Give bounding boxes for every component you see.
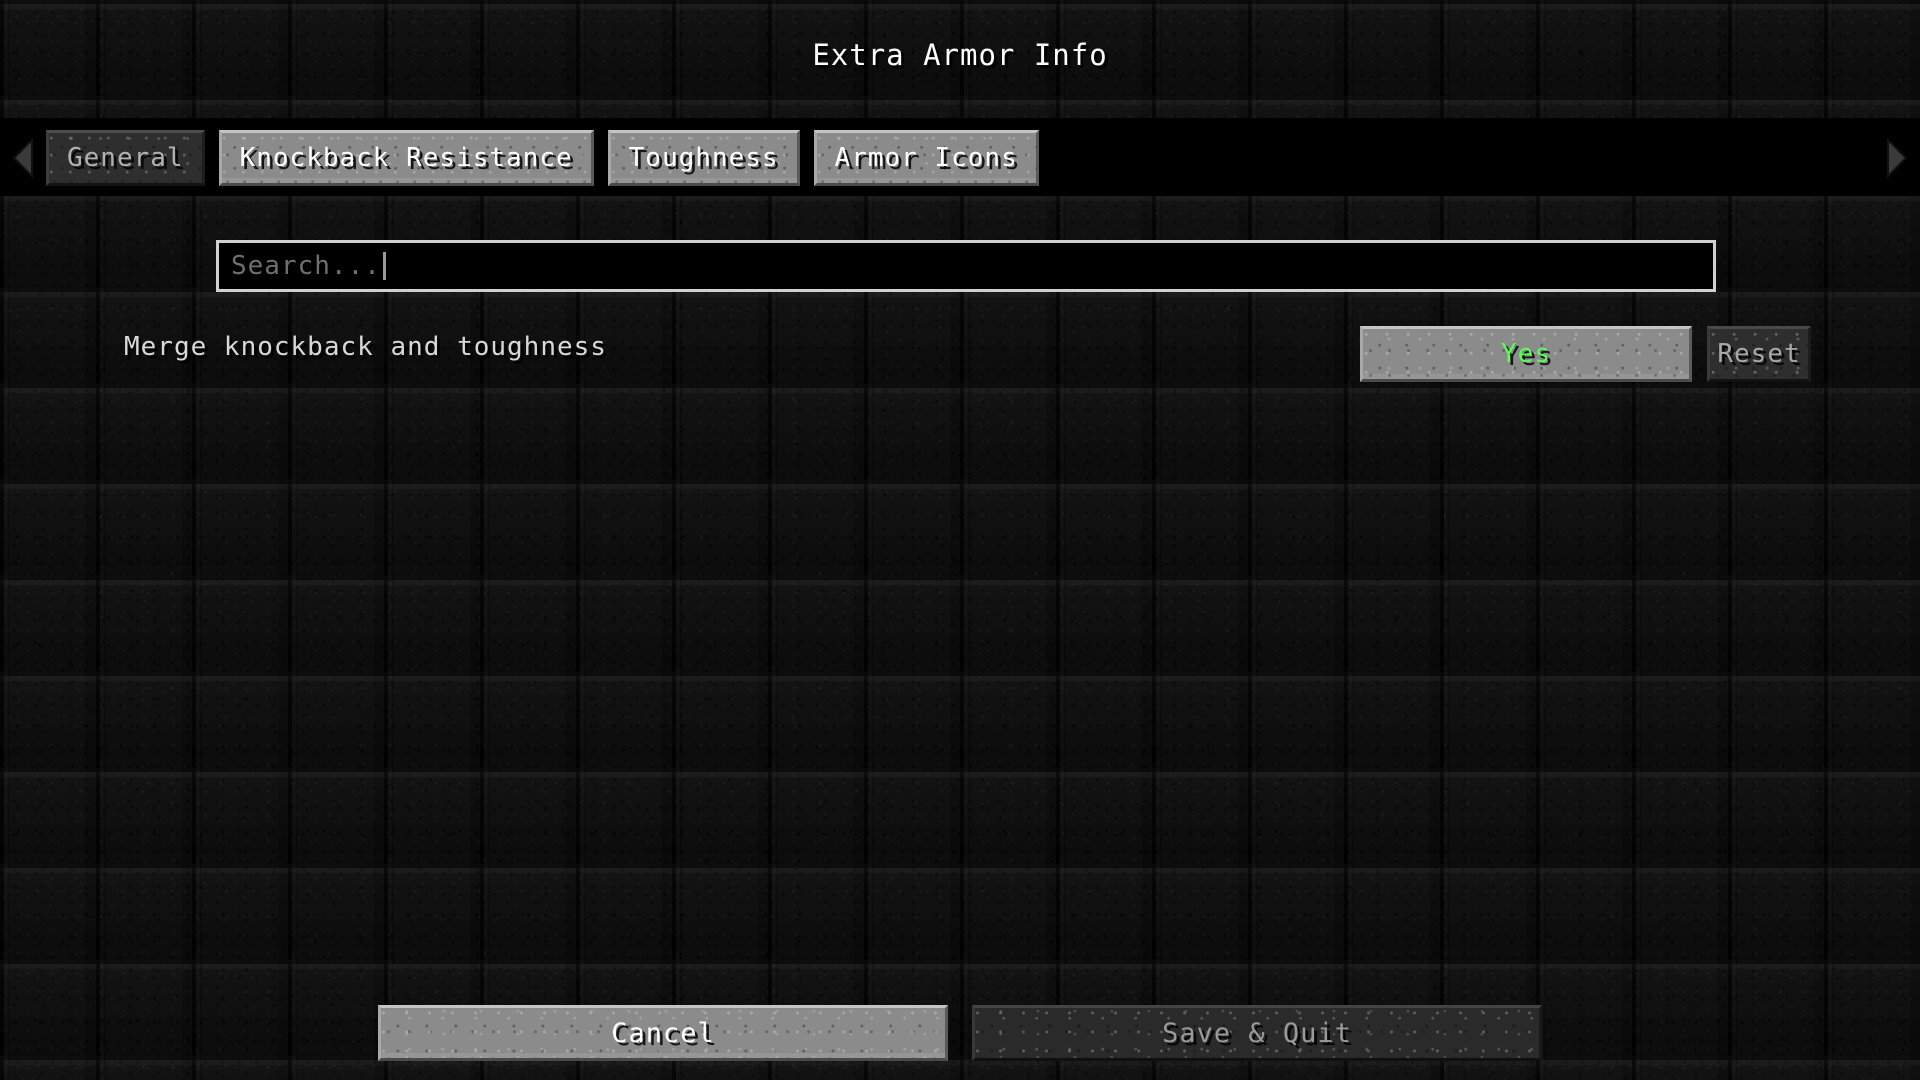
save-and-quit-button[interactable]: Save & Quit — [972, 1005, 1542, 1061]
footer-bar: Cancel Save & Quit — [0, 1005, 1920, 1061]
tab-armor-icons-label: Armor Icons — [834, 143, 1018, 173]
reset-button[interactable]: Reset — [1707, 326, 1811, 382]
tab-knockback-resistance[interactable]: Knockback Resistance — [218, 130, 594, 186]
search-input[interactable]: Search... — [216, 240, 1716, 292]
save-and-quit-button-label: Save & Quit — [1162, 1017, 1352, 1049]
tab-general[interactable]: General — [46, 130, 205, 186]
cancel-button[interactable]: Cancel — [378, 1005, 948, 1061]
reset-button-label: Reset — [1717, 339, 1801, 369]
tab-armor-icons[interactable]: Armor Icons — [813, 130, 1039, 186]
right-arrow-icon[interactable] — [1874, 128, 1920, 188]
tab-bar: General Knockback Resistance Toughness A… — [0, 128, 1920, 188]
tab-knockback-resistance-label: Knockback Resistance — [239, 143, 573, 173]
option-label: Merge knockback and toughness — [124, 332, 607, 362]
cancel-button-label: Cancel — [611, 1017, 715, 1049]
tab-general-label: General — [67, 143, 184, 173]
tab-toughness[interactable]: Toughness — [607, 130, 800, 186]
merge-knockback-toughness-value: Yes — [1501, 339, 1551, 369]
search-placeholder: Search... — [231, 251, 381, 281]
text-caret — [382, 252, 386, 280]
page-title: Extra Armor Info — [812, 38, 1108, 72]
option-row: Merge knockback and toughness Yes Reset — [0, 326, 1920, 382]
merge-knockback-toughness-toggle[interactable]: Yes — [1360, 326, 1692, 382]
tab-toughness-label: Toughness — [628, 143, 779, 173]
left-arrow-icon[interactable] — [0, 128, 46, 188]
tab-list: General Knockback Resistance Toughness A… — [46, 130, 1039, 186]
